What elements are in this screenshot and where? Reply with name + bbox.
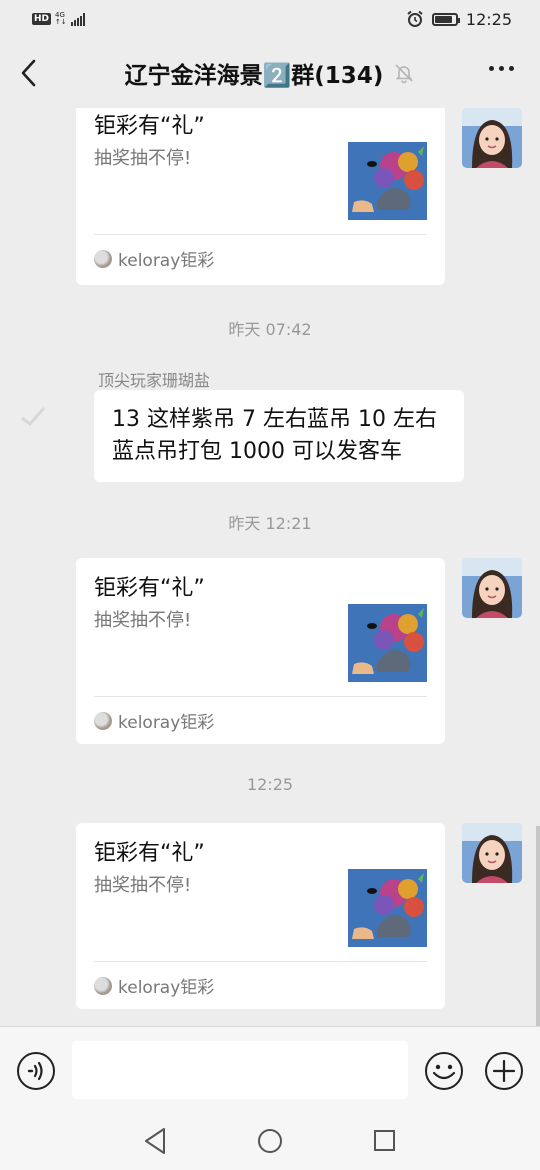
mini-program-card[interactable]: 钜彩有“礼” 抽奖抽不停! keloray钜彩 — [76, 558, 445, 744]
more-dots-icon — [489, 66, 494, 71]
card-divider — [94, 696, 427, 697]
signal-icon — [70, 12, 85, 26]
network-type: 4G ↑↓ — [55, 12, 67, 26]
card-title: 钜彩有“礼” — [94, 841, 205, 866]
avatar[interactable] — [462, 823, 522, 883]
hd-badge: HD — [32, 13, 52, 25]
back-button[interactable] — [18, 58, 42, 88]
card-source-name: keloray钜彩 — [118, 251, 215, 271]
card-description: 抽奖抽不停! — [94, 610, 192, 631]
card-thumbnail — [348, 869, 427, 947]
avatar-photo — [462, 108, 522, 168]
card-source: keloray钜彩 — [94, 708, 214, 733]
mini-program-card[interactable]: 钜彩有“礼” 抽奖抽不停! keloray钜彩 — [76, 108, 445, 285]
status-right: 12:25 — [406, 10, 512, 29]
keloray-logo-icon — [94, 249, 112, 268]
timestamp: 12:25 — [246, 775, 294, 794]
avatar[interactable] — [462, 558, 522, 618]
network-arrows: ↑↓ — [55, 18, 67, 26]
chat-header: 辽宁金洋海景2️⃣群(134) — [0, 38, 540, 108]
alarm-icon — [407, 10, 423, 27]
battery-level — [434, 15, 452, 23]
card-source-name: keloray钜彩 — [118, 978, 215, 998]
card-source-name: keloray钜彩 — [118, 713, 215, 733]
system-home-button[interactable] — [257, 1128, 283, 1154]
bell-off-icon — [395, 64, 413, 84]
battery-icon — [431, 12, 460, 26]
chat-title: 辽宁金洋海景2️⃣群(134) — [124, 63, 384, 89]
status-left: HD 4G ↑↓ — [32, 12, 85, 26]
card-description: 抽奖抽不停! — [94, 148, 192, 169]
input-bar — [0, 1026, 540, 1118]
chat-title-wrap: 辽宁金洋海景2️⃣群(134) — [125, 56, 416, 90]
sender-name: 顶尖玩家珊瑚盐 — [98, 371, 211, 390]
card-divider — [94, 961, 427, 962]
card-source: keloray钜彩 — [94, 973, 214, 998]
mini-program-card[interactable]: 钜彩有“礼” 抽奖抽不停! keloray钜彩 — [76, 823, 445, 1009]
keloray-logo-icon — [94, 711, 112, 730]
plus-circle-icon[interactable] — [484, 1051, 524, 1091]
avatar-photo — [462, 823, 522, 883]
chat-area[interactable]: 钜彩有“礼” 抽奖抽不停! keloray钜彩 昨天 07:42 顶尖玩家珊瑚盐… — [0, 108, 540, 1026]
avatar-photo — [462, 558, 522, 618]
message-bubble[interactable]: 13 这样紫吊 7 左右蓝吊 10 左右蓝点吊打包 1000 可以发客车 — [94, 390, 464, 482]
card-source: keloray钜彩 — [94, 246, 214, 271]
timestamp: 昨天 12:21 — [228, 514, 312, 533]
card-description: 抽奖抽不停! — [94, 875, 192, 896]
system-recents-button[interactable] — [373, 1129, 396, 1152]
voice-icon[interactable] — [16, 1051, 56, 1091]
message-input[interactable] — [72, 1041, 408, 1099]
more-button[interactable] — [489, 66, 514, 71]
status-time: 12:25 — [465, 9, 512, 29]
smiley-icon[interactable] — [424, 1051, 464, 1091]
status-bar: HD 4G ↑↓ 12:25 — [0, 0, 540, 38]
card-divider — [94, 234, 427, 235]
avatar[interactable] — [462, 108, 522, 168]
card-thumbnail — [348, 142, 427, 220]
faded-mark-icon — [21, 407, 46, 426]
system-back-button[interactable] — [142, 1126, 168, 1156]
keloray-logo-icon — [94, 976, 112, 995]
scrollbar[interactable] — [536, 826, 540, 1026]
card-thumbnail — [348, 604, 427, 682]
system-nav-bar — [0, 1118, 540, 1170]
timestamp: 昨天 07:42 — [228, 320, 312, 339]
card-title: 钜彩有“礼” — [94, 576, 205, 601]
card-title: 钜彩有“礼” — [94, 114, 205, 139]
